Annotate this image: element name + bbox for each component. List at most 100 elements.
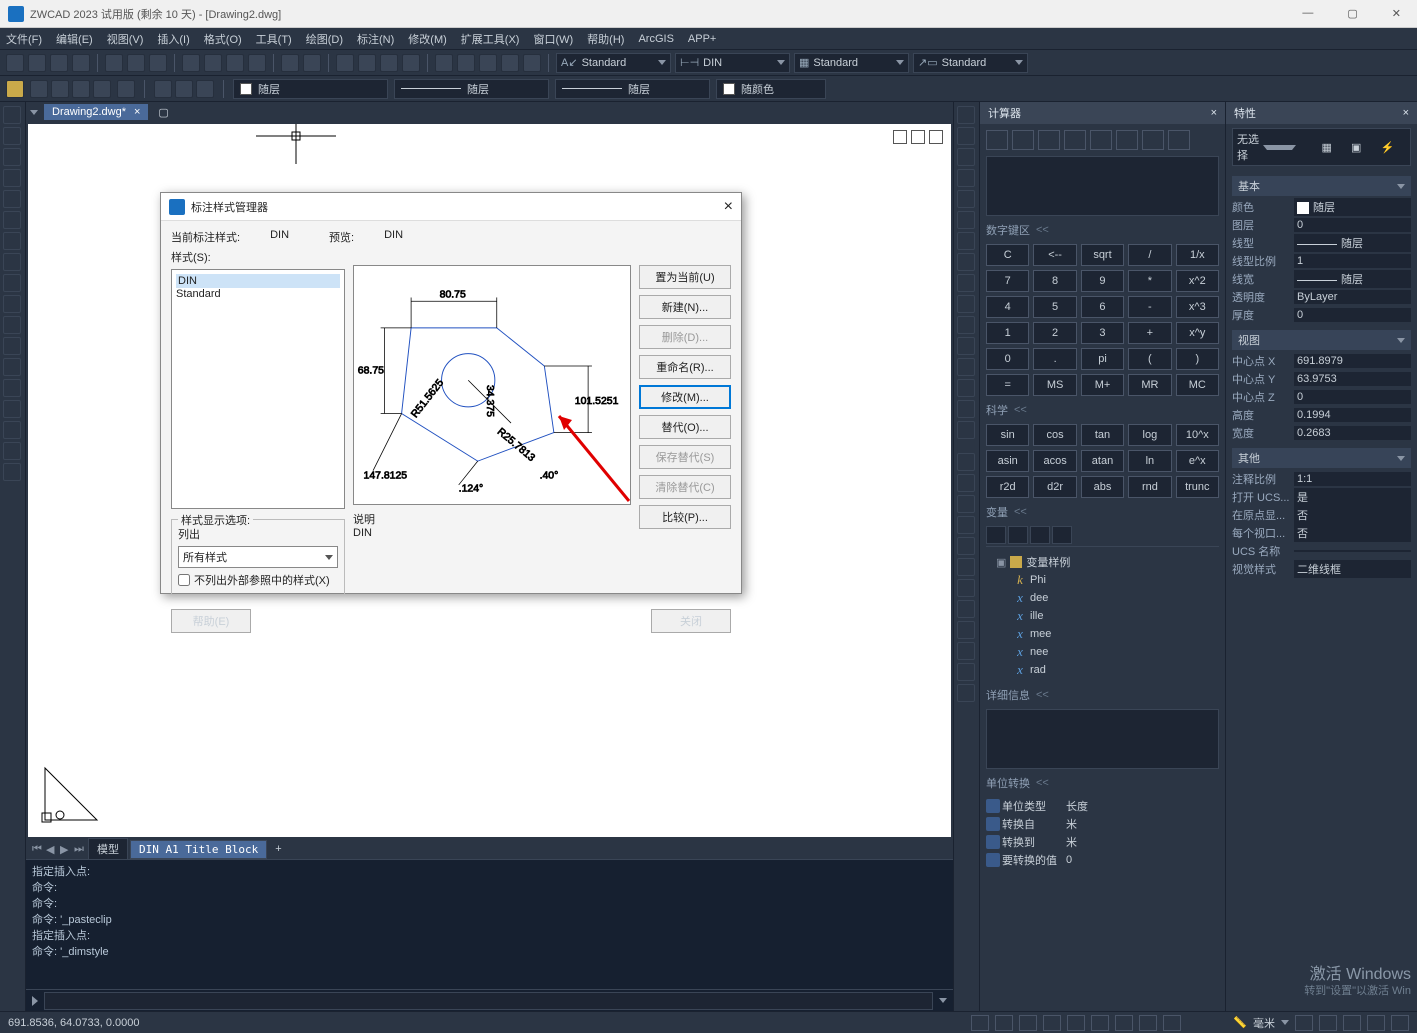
calc-key-MR[interactable]: MR [1128,374,1171,396]
dim-angular-tool[interactable] [957,579,975,597]
print-preview-button[interactable] [127,54,145,72]
menu-modify[interactable]: 修改(M) [408,31,447,47]
calc-key-e^x[interactable]: e^x [1176,450,1219,472]
prop-value[interactable] [1294,550,1411,552]
calc-clear-button[interactable] [986,130,1008,150]
prop-value[interactable]: 二维线框 [1294,560,1411,578]
close-panel-button[interactable]: × [1403,107,1409,119]
open-button[interactable] [28,54,46,72]
clear-override-button[interactable]: 清除替代(C) [639,475,731,499]
quick-select-icon[interactable]: ▦ [1322,141,1348,154]
copy-button[interactable] [204,54,222,72]
prop-value[interactable]: 否 [1294,524,1411,542]
mirror-tool[interactable] [957,148,975,166]
prop-row[interactable]: 中心点 Y63.9753 [1232,370,1411,388]
document-tab[interactable]: Drawing2.dwg* × [44,104,148,120]
menu-help[interactable]: 帮助(H) [587,31,624,47]
calc-key-d2r[interactable]: d2r [1033,476,1076,498]
chevron-down-icon[interactable] [1015,60,1023,65]
cut-button[interactable] [182,54,200,72]
menu-tools[interactable]: 工具(T) [256,31,292,47]
tab-model[interactable]: 模型 [88,838,128,860]
tree-root[interactable]: ▣ 变量样例 [986,553,1219,571]
calc-paste-button[interactable] [1038,130,1060,150]
prop-value[interactable]: ByLayer [1294,290,1411,304]
viewport-close-button[interactable] [929,130,943,144]
calc-getangle-button[interactable] [1116,130,1138,150]
prop-value[interactable]: 63.9753 [1294,372,1411,386]
layer-combo[interactable]: 随层 [233,79,388,99]
calc-key-5[interactable]: 5 [1033,296,1076,318]
tabs-last-button[interactable]: ⏭ [74,843,86,856]
tree-item[interactable]: xrad [986,661,1219,679]
tab-layout[interactable]: DIN A1 Title Block [130,840,267,859]
design-center-button[interactable] [457,54,475,72]
calc-key-9[interactable]: 9 [1081,270,1124,292]
section-detail[interactable]: 详细信息 [986,687,1219,703]
unit-row[interactable]: 单位类型长度 [986,797,1219,815]
calc-key-cos[interactable]: cos [1033,424,1076,446]
add-layout-button[interactable]: + [269,841,287,857]
chevron-down-icon[interactable] [1281,1020,1289,1025]
layer-match-button[interactable] [196,80,214,98]
chevron-down-icon[interactable] [1263,145,1297,150]
prop-row[interactable]: 线型比例1 [1232,252,1411,270]
prop-row[interactable]: 厚度0 [1232,306,1411,324]
calc-key-MS[interactable]: MS [1033,374,1076,396]
dialog-close-button[interactable]: × [724,198,733,216]
calculator-button[interactable] [523,54,541,72]
calc-key-/[interactable]: / [1128,244,1171,266]
menu-dim[interactable]: 标注(N) [357,31,394,47]
calc-key-4[interactable]: 4 [986,296,1029,318]
linetype-combo[interactable]: 随层 [394,79,549,99]
prop-row[interactable]: 中心点 X691.8979 [1232,352,1411,370]
erase-tool[interactable] [957,106,975,124]
tree-item[interactable]: kPhi [986,571,1219,589]
tabs-first-button[interactable]: ⏮ [32,843,44,856]
ellipse-arc-tool[interactable] [3,316,21,334]
calc-key-asin[interactable]: asin [986,450,1029,472]
layer-uniso-button[interactable] [175,80,193,98]
dim-leader-tool[interactable] [957,642,975,660]
publish-button[interactable] [149,54,167,72]
region-tool[interactable] [3,442,21,460]
chamfer-tool[interactable] [957,379,975,397]
make-block-tool[interactable] [3,358,21,376]
redo-button[interactable] [303,54,321,72]
polar-button[interactable] [1043,1015,1061,1031]
save-button[interactable] [50,54,68,72]
prop-row[interactable]: 颜色随层 [1232,198,1411,216]
prop-row[interactable]: 线宽随层 [1232,270,1411,288]
calc-key-r2d[interactable]: r2d [986,476,1029,498]
spline-tool[interactable] [3,274,21,292]
zoom-window-button[interactable] [380,54,398,72]
zoom-extents-button[interactable] [402,54,420,72]
calc-key-7[interactable]: 7 [986,270,1029,292]
calc-key-sqrt[interactable]: sqrt [1081,244,1124,266]
calc-key-1[interactable]: 1 [986,322,1029,344]
select-objects-icon[interactable]: ▣ [1351,141,1377,154]
text-style-combo[interactable]: A↙ Standard [556,53,671,73]
clean-screen-button[interactable] [1367,1015,1385,1031]
rename-style-button[interactable]: 重命名(R)... [639,355,731,379]
calc-key-=[interactable]: = [986,374,1029,396]
insert-block-tool[interactable] [3,337,21,355]
layer-freeze-button[interactable] [30,80,48,98]
calc-key-*[interactable]: * [1128,270,1171,292]
prop-row[interactable]: UCS 名称 [1232,542,1411,560]
dim-continue-tool[interactable] [957,621,975,639]
grid-button[interactable] [995,1015,1013,1031]
calc-key-abs[interactable]: abs [1081,476,1124,498]
properties-button[interactable] [435,54,453,72]
layer-manager-button[interactable] [6,80,24,98]
zoom-button[interactable] [358,54,376,72]
fillet-tool[interactable] [957,400,975,418]
chevron-down-icon[interactable] [896,60,904,65]
group-misc[interactable]: 其他 [1232,448,1411,468]
dim-diameter-tool[interactable] [957,558,975,576]
prop-value[interactable]: 691.8979 [1294,354,1411,368]
new-style-button[interactable]: 新建(N)... [639,295,731,319]
new-tab-button[interactable]: ▢ [152,104,174,121]
polyline-tool[interactable] [3,148,21,166]
calc-key-1/x[interactable]: 1/x [1176,244,1219,266]
